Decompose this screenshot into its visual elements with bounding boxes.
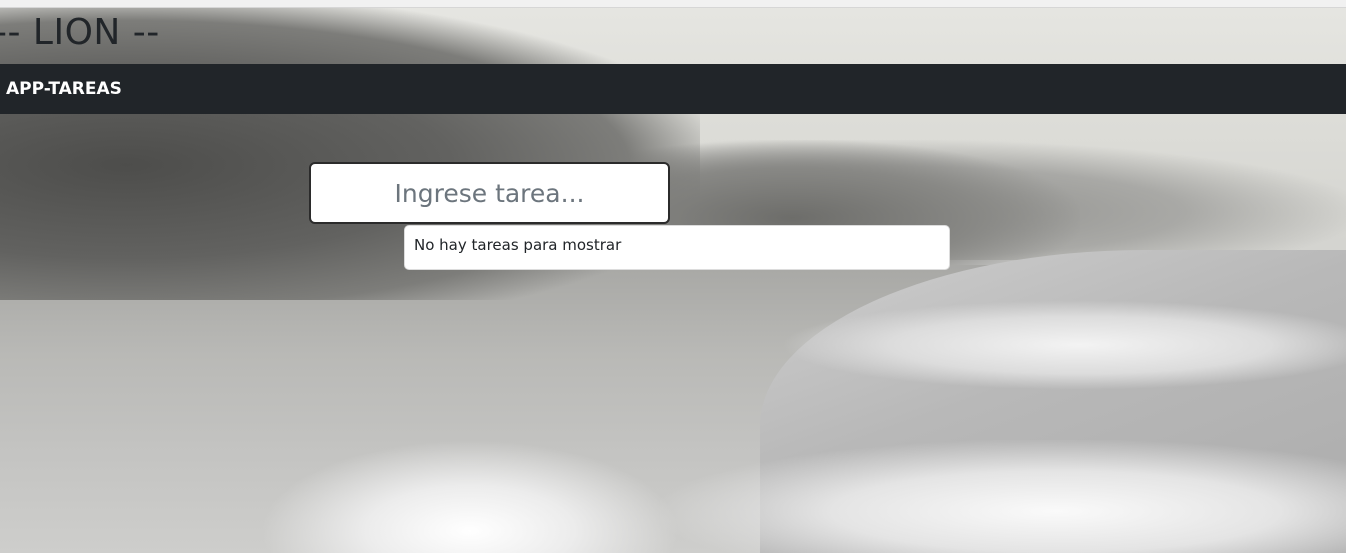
task-input[interactable] [309,162,670,224]
task-list: No hay tareas para mostrar [404,225,950,270]
background-wave-foam [780,300,1346,390]
app-page: -- LION -- APP-TAREAS No hay tareas para… [0,0,1346,553]
navbar: APP-TAREAS [0,64,1346,114]
task-list-empty-message: No hay tareas para mostrar [414,236,622,254]
browser-top-edge [0,0,1346,8]
background-sun-reflection [260,440,680,553]
background-wave-foam-front [660,440,1346,553]
page-title: -- LION -- [0,12,160,53]
navbar-brand-link[interactable]: APP-TAREAS [6,79,122,99]
